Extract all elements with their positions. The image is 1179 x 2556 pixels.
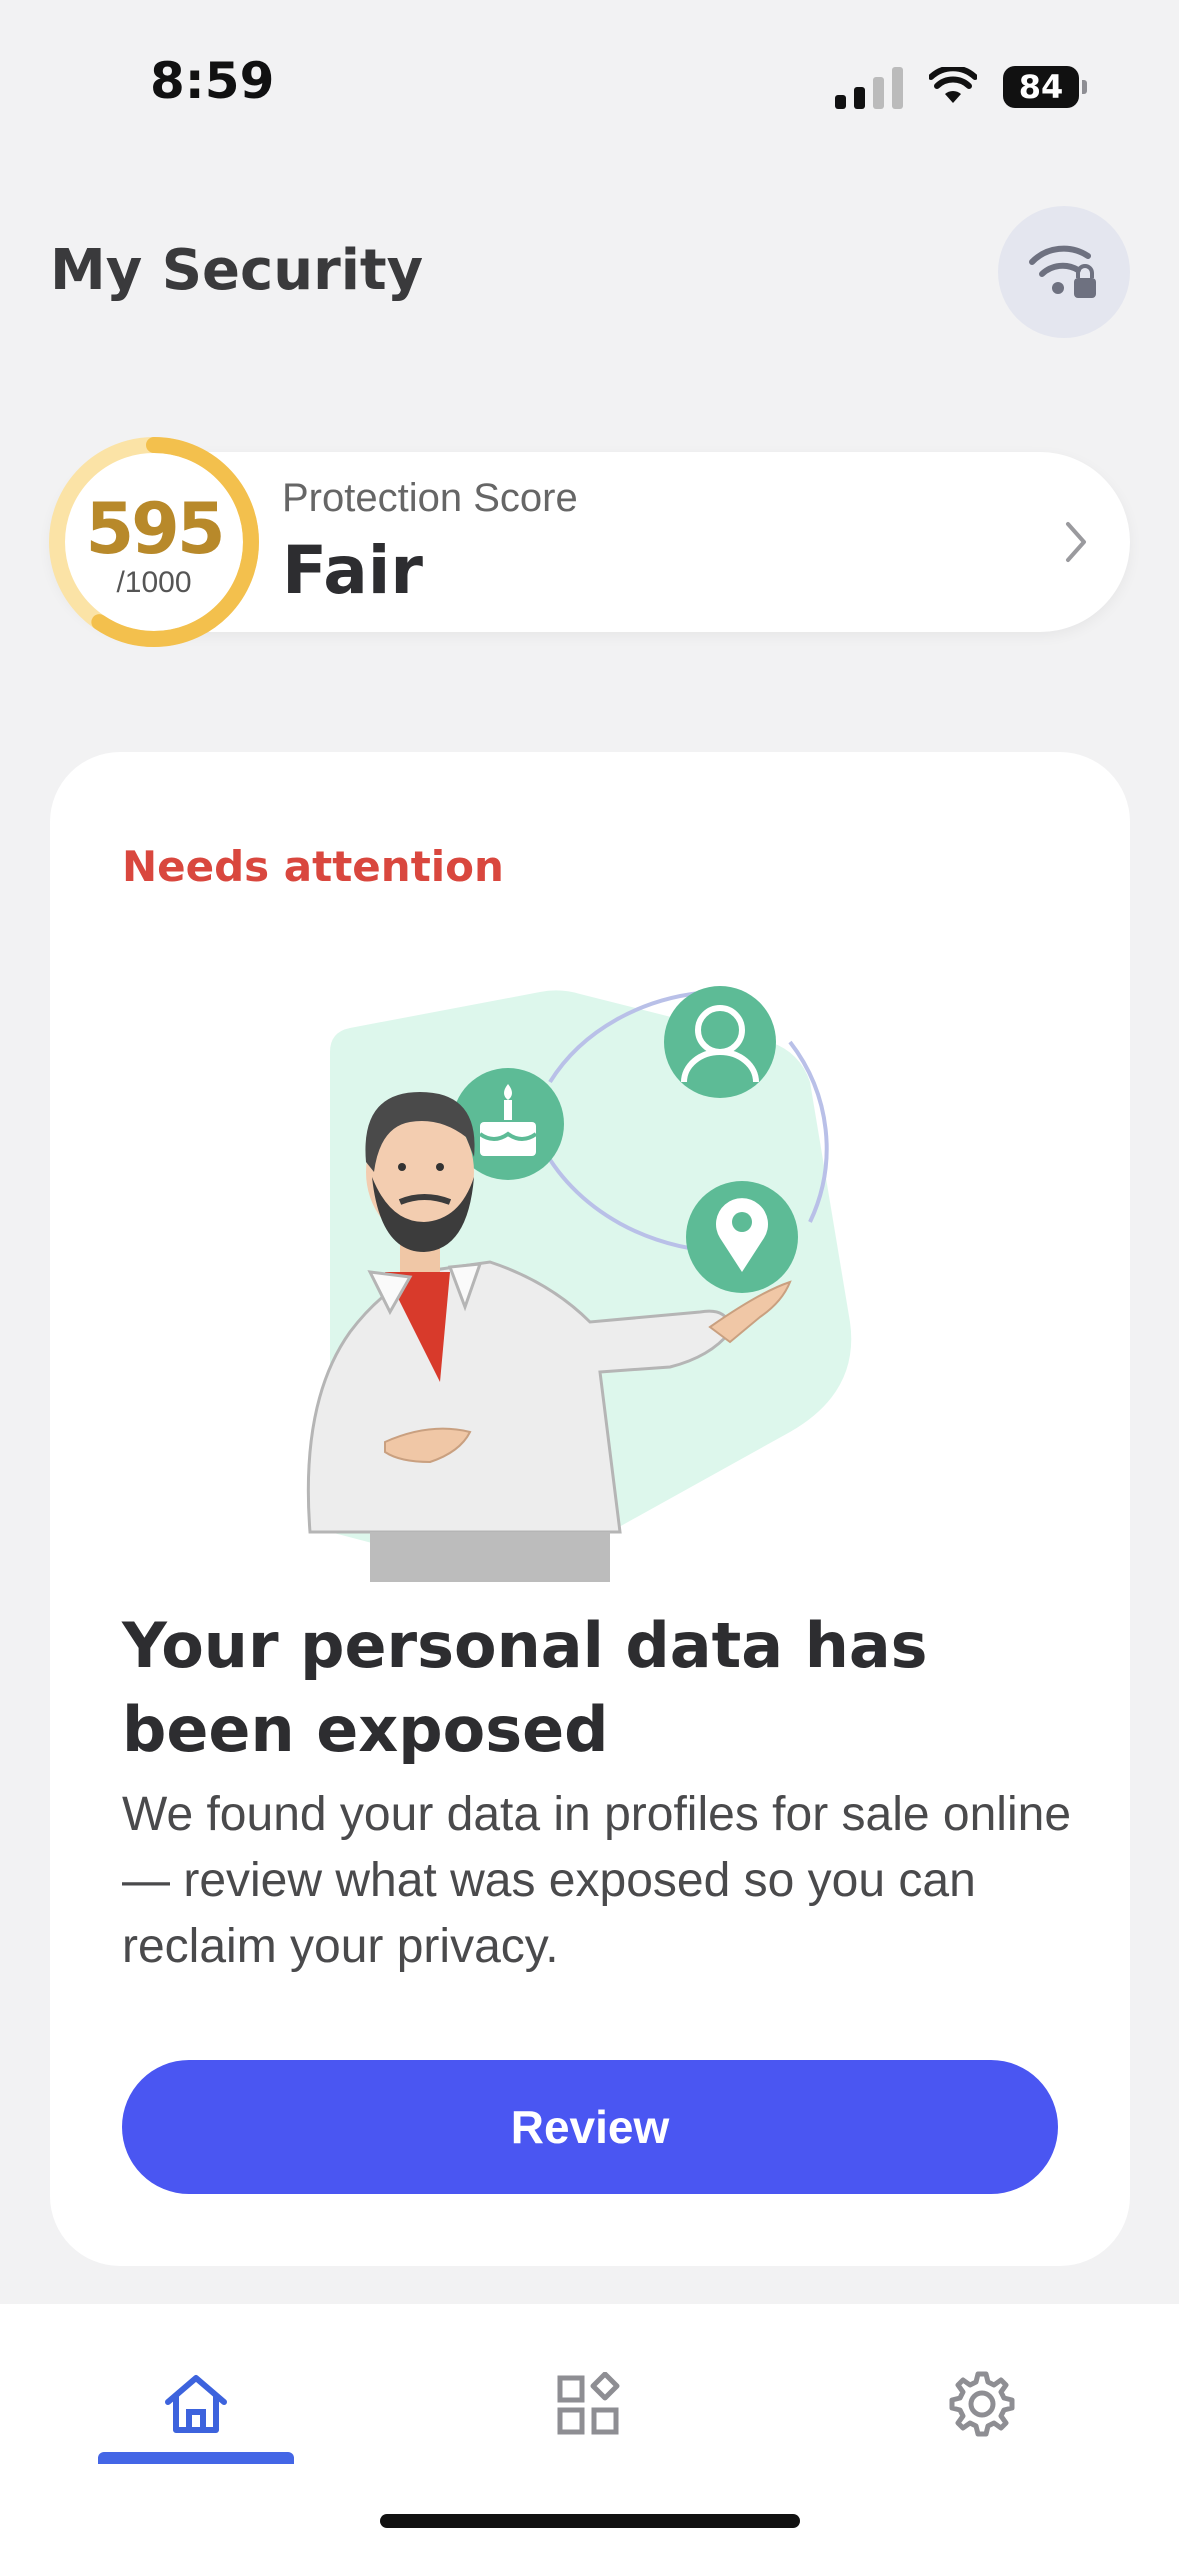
nav-active-indicator — [98, 2452, 294, 2464]
review-button[interactable]: Review — [122, 2060, 1058, 2194]
home-icon — [165, 2375, 227, 2433]
gear-icon — [949, 2371, 1015, 2437]
data-exposure-illustration — [306, 986, 852, 1582]
apps-icon — [557, 2372, 620, 2435]
cellular-signal-icon — [835, 65, 903, 109]
score-label: Protection Score — [282, 476, 578, 520]
attention-tag: Needs attention — [122, 842, 504, 891]
wifi-lock-icon — [1029, 245, 1096, 298]
status-time: 8:59 — [150, 52, 275, 110]
nav-home[interactable] — [96, 2344, 296, 2464]
score-status: Fair — [282, 532, 423, 609]
attention-card: Needs attention Your personal data has b… — [50, 752, 1130, 2266]
card-body: We found your data in profiles for sale … — [122, 1788, 1072, 1973]
wifi-security-button[interactable] — [998, 206, 1130, 338]
battery-icon: 84 — [1003, 66, 1087, 108]
nav-apps[interactable] — [488, 2344, 688, 2464]
status-icons: 84 — [835, 62, 1087, 112]
card-heading: Your personal data has been exposed — [122, 1609, 928, 1766]
wifi-icon — [929, 67, 977, 103]
page-title: My Security — [50, 238, 424, 303]
score-value: 595 — [85, 488, 225, 570]
protection-score-card[interactable]: 595 /1000 Protection Score Fair — [49, 437, 1130, 647]
nav-settings[interactable] — [882, 2344, 1082, 2464]
score-max: /1000 — [116, 566, 192, 599]
home-indicator — [380, 2514, 800, 2528]
chevron-right-icon — [1066, 522, 1086, 562]
